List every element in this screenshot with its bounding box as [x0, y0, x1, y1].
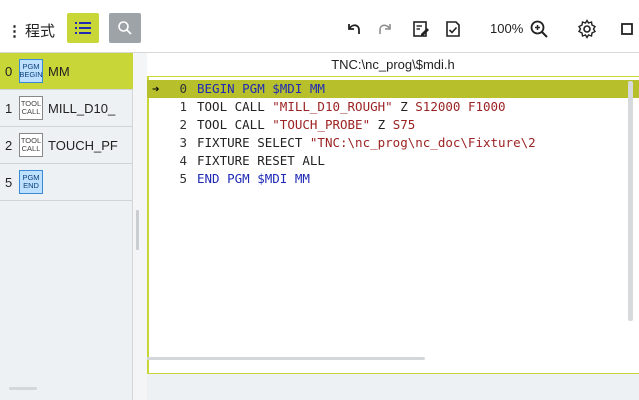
file-path: TNC:\nc_prog\$mdi.h	[147, 53, 639, 77]
search-button[interactable]	[109, 13, 141, 43]
toolbar: ⋮ 程式 100%	[0, 0, 639, 53]
code-text: TOOL CALL "MILL_D10_ROUGH" Z S12000 F100…	[197, 98, 506, 116]
search-icon	[118, 21, 132, 35]
code-token: TOOL CALL	[197, 99, 273, 114]
code-line[interactable]: ➔ 0 BEGIN PGM $MDI MM	[147, 80, 639, 98]
line-number: 0	[179, 81, 187, 96]
code-text: FIXTURE SELECT "TNC:\nc_prog\nc_doc\Fixt…	[197, 134, 536, 152]
splitter-grip[interactable]	[136, 210, 139, 250]
structure-item-number: 2	[5, 137, 13, 153]
structure-item-2[interactable]: 2 TOOL CALL TOUCH_PF	[0, 127, 133, 164]
code-token: Z	[392, 99, 416, 114]
redo-icon	[379, 24, 391, 34]
document-check-button[interactable]	[442, 18, 464, 40]
zoom-level: 100%	[490, 21, 524, 36]
editor-footer	[147, 373, 639, 400]
zoom-in-icon	[530, 20, 548, 38]
code-token: FIXTURE RESET ALL	[197, 153, 325, 168]
edit-document-icon	[413, 21, 429, 37]
code-token: S75	[392, 117, 416, 132]
code-text: FIXTURE RESET ALL	[197, 152, 325, 170]
zoom-button[interactable]	[528, 18, 550, 40]
pgm-end-icon: PGM END	[19, 170, 43, 194]
line-number: 5	[179, 171, 187, 186]
tool-call-icon: TOOL CALL	[19, 133, 43, 157]
code-text: TOOL CALL "TOUCH_PROBE" Z S75	[197, 116, 415, 134]
structure-item-1[interactable]: 1 TOOL CALL MILL_D10_	[0, 90, 133, 127]
maximize-icon	[621, 23, 633, 35]
pgm-begin-icon: PGM BEGIN	[19, 59, 43, 83]
structure-item-number: 5	[5, 174, 13, 190]
code-token: Z	[370, 117, 393, 132]
structure-item-label: MILL_D10_	[48, 100, 116, 116]
code-token: "MILL_D10_ROUGH"	[272, 99, 393, 114]
code-text: BEGIN PGM $MDI MM	[197, 80, 325, 98]
tool-call-icon: TOOL CALL	[19, 96, 43, 120]
code-token: "TOUCH_PROBE"	[272, 117, 371, 132]
code-token: S12000 F1000	[415, 99, 506, 114]
badge-line2: BEGIN	[19, 70, 43, 79]
code-line[interactable]: 4 FIXTURE RESET ALL	[147, 152, 639, 170]
line-number: 3	[179, 135, 187, 150]
line-number: 4	[179, 153, 187, 168]
list-view-button[interactable]	[67, 13, 99, 43]
badge-line2: END	[23, 181, 39, 190]
redo-button[interactable]	[374, 18, 396, 40]
undo-icon	[348, 24, 360, 34]
current-line-arrow-icon: ➔	[152, 81, 160, 96]
program-editor: TNC:\nc_prog\$mdi.h ➔ 0 BEGIN PGM $MDI MM 1…	[147, 53, 639, 400]
badge-line2: CALL	[21, 107, 41, 116]
kebab-menu-icon: ⋮	[7, 23, 22, 40]
code-line[interactable]: 1 TOOL CALL "MILL_D10_ROUGH" Z S12000 F10…	[147, 98, 639, 116]
structure-item-number: 0	[5, 63, 13, 79]
code-area[interactable]: ➔ 0 BEGIN PGM $MDI MM 1 TOOL CALL "MILL_D10_…	[147, 80, 639, 370]
structure-item-5[interactable]: 5 PGM END	[0, 164, 133, 201]
badge-line2: CALL	[21, 144, 41, 153]
code-token: "TNC:\nc_prog\nc_doc\Fixture\2	[309, 135, 536, 150]
maximize-button[interactable]	[616, 18, 638, 40]
horizontal-scrollbar[interactable]	[147, 357, 425, 360]
program-menu[interactable]: ⋮ 程式	[7, 20, 55, 41]
structure-scrollbar[interactable]	[9, 387, 37, 390]
settings-button[interactable]	[576, 18, 598, 40]
code-token: BEGIN PGM $MDI MM	[197, 81, 325, 96]
structure-item-number: 1	[5, 100, 13, 116]
code-token: TOOL CALL	[197, 117, 273, 132]
structure-item-label: MM	[48, 63, 70, 79]
code-line[interactable]: 2 TOOL CALL "TOUCH_PROBE" Z S75	[147, 116, 639, 134]
structure-item-0[interactable]: 0 PGM BEGIN MM	[0, 53, 133, 90]
line-number: 1	[179, 99, 187, 114]
gear-icon	[578, 19, 596, 39]
edit-program-button[interactable]	[410, 18, 432, 40]
code-line[interactable]: 3 FIXTURE SELECT "TNC:\nc_prog\nc_doc\Fix…	[147, 134, 639, 152]
structure-panel: 0 PGM BEGIN MM 1 TOOL CALL MILL_D10_ 2 TOO…	[0, 53, 133, 400]
vertical-scrollbar[interactable]	[628, 81, 633, 321]
code-line[interactable]: 5 END PGM $MDI MM	[147, 170, 639, 188]
panel-splitter[interactable]	[133, 53, 147, 400]
code-token: FIXTURE SELECT	[197, 135, 310, 150]
structure-item-label: TOUCH_PF	[48, 137, 118, 153]
program-menu-label: 程式	[25, 23, 56, 40]
code-token: END PGM $MDI MM	[197, 171, 310, 186]
line-number: 2	[179, 117, 187, 132]
code-text: END PGM $MDI MM	[197, 170, 310, 188]
document-check-icon	[446, 21, 460, 37]
list-icon	[75, 22, 91, 34]
undo-button[interactable]	[343, 18, 365, 40]
